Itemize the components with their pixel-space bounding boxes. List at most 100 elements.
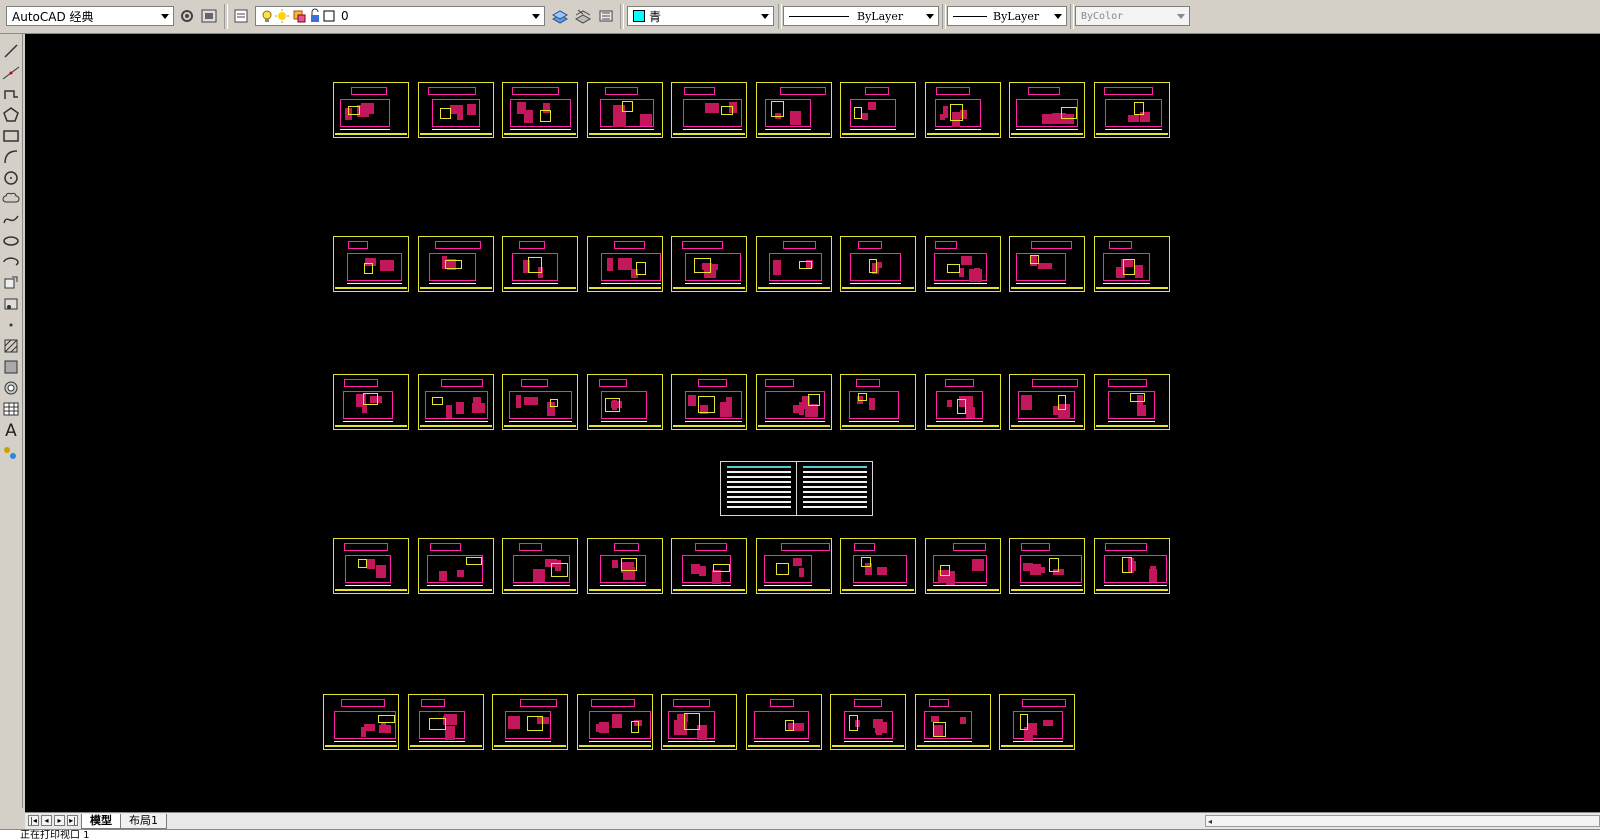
sheet-fill — [618, 258, 632, 270]
plotstyle-dropdown[interactable]: ByColor — [1075, 6, 1190, 26]
sheet-title-block — [758, 589, 830, 591]
sheet-fill — [705, 103, 719, 113]
drawing-sheet — [746, 694, 822, 750]
next-tab-button[interactable]: ▸ — [54, 815, 65, 826]
spline-icon[interactable] — [2, 211, 20, 229]
drawing-sheet — [323, 694, 399, 750]
layer-state-icons — [262, 8, 335, 23]
region-icon[interactable] — [2, 379, 20, 397]
revision-cloud-icon[interactable] — [2, 190, 20, 208]
tab-layout1[interactable]: 布局1 — [120, 814, 167, 829]
gear-icon[interactable] — [178, 7, 196, 25]
sheet-fill — [1027, 723, 1037, 735]
layer-dropdown[interactable]: 0 — [255, 6, 545, 26]
prev-tab-button[interactable]: ◂ — [41, 815, 52, 826]
sheet-fill — [793, 558, 802, 566]
drawing-sheet — [756, 374, 832, 430]
schedule-row — [803, 491, 867, 493]
schedule-row — [803, 506, 867, 508]
lineweight-dropdown[interactable]: ByLayer — [947, 6, 1067, 26]
sheet-fill — [790, 111, 801, 125]
ellipse-arc-icon[interactable] — [2, 253, 20, 271]
sheet-annotation — [1049, 558, 1059, 572]
sheet-title-block — [927, 287, 999, 289]
sheet-ceiling-detail — [441, 379, 483, 387]
sheet-title-block — [842, 589, 914, 591]
hatch-icon[interactable] — [2, 337, 20, 355]
drawing-sheet — [502, 236, 578, 292]
arc-icon[interactable] — [2, 148, 20, 166]
sheet-annotation — [698, 396, 715, 413]
drawing-sheet — [1094, 538, 1170, 594]
tab-model[interactable]: 模型 — [81, 814, 121, 829]
command-line[interactable]: 正在打印视口 1 — [0, 829, 1600, 840]
sheet-ceiling-detail — [1028, 87, 1060, 95]
construction-line-icon[interactable] — [2, 64, 20, 82]
drawing-sheet — [925, 374, 1001, 430]
drawing-sheet — [925, 82, 1001, 138]
sheet-annotation — [540, 110, 551, 122]
sheet-annotation — [785, 720, 794, 731]
add-selected-icon[interactable] — [2, 444, 20, 462]
rectangle-icon[interactable] — [2, 127, 20, 145]
sheet-annotation — [363, 393, 378, 405]
layer-match-icon[interactable] — [574, 7, 592, 25]
sheet-title-block — [335, 133, 407, 135]
drawing-sheet — [587, 374, 663, 430]
sheet-fill — [1145, 112, 1150, 121]
horizontal-scrollbar[interactable]: ◂ — [1205, 815, 1600, 827]
sheet-title-block — [1096, 133, 1168, 135]
sheet-title-block — [589, 287, 661, 289]
insert-block-icon[interactable] — [2, 274, 20, 292]
sheet-annotation — [432, 397, 443, 405]
sheet-annotation — [429, 718, 446, 730]
schedule-row — [727, 501, 791, 503]
sheet-dimension — [682, 585, 731, 586]
make-current-layer-icon[interactable] — [551, 7, 569, 25]
lineweight-value: ByLayer — [993, 9, 1040, 23]
sheet-dimension — [589, 741, 651, 742]
circle-icon[interactable] — [2, 169, 20, 187]
ellipse-icon[interactable] — [2, 232, 20, 250]
toolbar-separator — [942, 4, 946, 29]
layer-previous-icon[interactable] — [597, 7, 615, 25]
sheet-dimension — [935, 129, 981, 130]
polyline-icon[interactable] — [2, 85, 20, 103]
sheet-dimension — [513, 585, 570, 586]
color-dropdown[interactable]: 青 — [627, 6, 774, 26]
drawing-sheet — [587, 236, 663, 292]
sheet-ceiling-detail — [953, 543, 986, 551]
scroll-left-icon[interactable]: ◂ — [1208, 817, 1212, 826]
first-tab-button[interactable]: |◂ — [28, 815, 39, 826]
polygon-icon[interactable] — [2, 106, 20, 124]
linetype-dropdown[interactable]: ByLayer — [783, 6, 939, 26]
sheet-fill — [467, 104, 476, 115]
make-block-icon[interactable] — [2, 295, 20, 313]
line-tool-icon[interactable] — [2, 42, 20, 60]
schedule-row — [727, 481, 791, 483]
multiline-text-icon[interactable]: A — [2, 422, 20, 440]
point-icon[interactable] — [2, 316, 20, 334]
lineweight-preview — [953, 15, 987, 17]
layer-manager-icon[interactable] — [232, 7, 250, 25]
workspace-settings-icon[interactable] — [200, 7, 218, 25]
sheet-fill — [875, 722, 887, 733]
table-icon[interactable] — [2, 400, 20, 418]
sheet-fill — [1150, 566, 1156, 579]
sheet-dimension — [754, 741, 809, 742]
gradient-icon[interactable] — [2, 358, 20, 376]
drawing-sheet — [671, 374, 747, 430]
sheet-ceiling-detail — [865, 87, 889, 95]
last-tab-button[interactable]: ▸| — [67, 815, 78, 826]
sheet-ceiling-detail — [591, 699, 635, 707]
sheet-fill — [516, 395, 521, 408]
drawing-sheet — [925, 236, 1001, 292]
workspace-dropdown[interactable]: AutoCAD 经典 — [6, 6, 174, 26]
sheet-dimension — [509, 421, 572, 422]
sheet-ceiling-detail — [1108, 379, 1147, 387]
schedule-row — [803, 496, 867, 498]
sheet-title-block — [927, 425, 999, 427]
sheet-dimension — [512, 283, 558, 284]
drawing-canvas[interactable] — [25, 34, 1600, 812]
sheet-annotation — [808, 394, 820, 406]
